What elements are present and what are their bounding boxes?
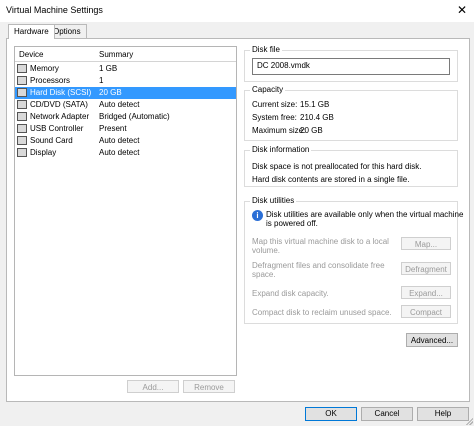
device-summary: 1: [99, 76, 104, 85]
device-row[interactable]: Processors 1: [15, 75, 236, 87]
maximum-size-label: Maximum size:: [252, 126, 306, 135]
compact-description: Compact disk to reclaim unused space.: [252, 308, 392, 317]
help-button[interactable]: Help: [417, 407, 469, 421]
disk-info-line-1: Disk space is not preallocated for this …: [252, 162, 422, 171]
sound-card-icon: [17, 136, 27, 145]
device-row[interactable]: Network Adapter Bridged (Automatic): [15, 111, 236, 123]
add-button[interactable]: Add...: [127, 380, 179, 393]
add-button-label: Add...: [142, 383, 164, 392]
network-adapter-icon: [17, 112, 27, 121]
device-row[interactable]: Hard Disk (SCSI) 20 GB: [15, 87, 236, 99]
ok-button-label: OK: [325, 409, 337, 418]
device-row[interactable]: Sound Card Auto detect: [15, 135, 236, 147]
defragment-description-line-1: Defragment files and consolidate free: [252, 261, 385, 270]
device-row[interactable]: Display Auto detect: [15, 147, 236, 159]
disk-info-line-2: Hard disk contents are stored in a singl…: [252, 175, 410, 184]
summary-column-header[interactable]: Summary: [99, 50, 133, 59]
system-free-value: 210.4 GB: [300, 113, 334, 122]
device-row[interactable]: Memory 1 GB: [15, 63, 236, 75]
current-size-label: Current size:: [252, 100, 298, 109]
hard-disk-icon: [17, 88, 27, 97]
device-row[interactable]: CD/DVD (SATA) Auto detect: [15, 99, 236, 111]
maximum-size-value: 20 GB: [300, 126, 323, 135]
advanced-button[interactable]: Advanced...: [406, 333, 458, 347]
current-size-value: 15.1 GB: [300, 100, 330, 109]
device-row[interactable]: USB Controller Present: [15, 123, 236, 135]
disk-utilities-title: Disk utilities: [250, 196, 297, 205]
tab-hardware[interactable]: Hardware: [8, 24, 55, 39]
device-name: Sound Card: [30, 136, 73, 145]
device-summary: 20 GB: [99, 88, 122, 97]
expand-description: Expand disk capacity.: [252, 289, 329, 298]
compact-button[interactable]: Compact: [401, 305, 451, 318]
memory-icon: [17, 64, 27, 73]
defragment-description-line-2: space.: [252, 270, 276, 279]
device-name: CD/DVD (SATA): [30, 100, 88, 109]
defragment-button[interactable]: Defragment: [401, 262, 451, 275]
device-summary: Bridged (Automatic): [99, 112, 170, 121]
utilities-notice-line-1: Disk utilities are available only when t…: [266, 210, 464, 219]
device-column-header[interactable]: Device: [19, 50, 43, 59]
map-description-line-1: Map this virtual machine disk to a local: [252, 237, 389, 246]
cancel-button[interactable]: Cancel: [361, 407, 413, 421]
device-summary: Auto detect: [99, 100, 140, 109]
device-list-header: Device Summary: [15, 47, 236, 62]
usb-icon: [17, 124, 27, 133]
device-name: Processors: [30, 76, 71, 85]
device-name: Memory: [30, 64, 59, 73]
utilities-notice-line-2: is powered off.: [266, 219, 318, 228]
expand-button-label: Expand...: [409, 289, 443, 298]
disk-file-field[interactable]: DC 2008.vmdk: [252, 58, 450, 75]
device-name: USB Controller: [30, 124, 84, 133]
system-free-label: System free:: [252, 113, 297, 122]
capacity-title: Capacity: [250, 85, 286, 94]
advanced-button-label: Advanced...: [410, 336, 454, 345]
device-summary: Auto detect: [99, 136, 140, 145]
remove-button-label: Remove: [194, 383, 224, 392]
cd-dvd-icon: [17, 100, 27, 109]
processor-icon: [17, 76, 27, 85]
device-summary: 1 GB: [99, 64, 118, 73]
close-icon[interactable]: ✕: [456, 4, 468, 16]
remove-button[interactable]: Remove: [183, 380, 235, 393]
resize-grip-icon[interactable]: [465, 417, 473, 425]
ok-button[interactable]: OK: [305, 407, 357, 421]
device-summary: Auto detect: [99, 148, 140, 157]
expand-button[interactable]: Expand...: [401, 286, 451, 299]
device-list[interactable]: Device Summary Memory 1 GB Processors 1 Hard…: [14, 46, 237, 376]
map-description-line-2: volume.: [252, 246, 281, 255]
disk-file-value: DC 2008.vmdk: [257, 61, 310, 70]
compact-button-label: Compact: [409, 308, 442, 317]
device-summary: Present: [99, 124, 127, 133]
map-button-label: Map...: [414, 240, 438, 249]
disk-information-title: Disk information: [250, 145, 312, 154]
device-name: Hard Disk (SCSI): [30, 88, 92, 97]
disk-file-title: Disk file: [250, 45, 283, 54]
device-name: Display: [30, 148, 57, 157]
display-icon: [17, 148, 27, 157]
help-button-label: Help: [434, 409, 452, 418]
map-button[interactable]: Map...: [401, 237, 451, 250]
defragment-button-label: Defragment: [405, 265, 447, 274]
device-name: Network Adapter: [30, 112, 90, 121]
window-title: Virtual Machine Settings: [6, 5, 103, 15]
info-icon: i: [252, 210, 263, 221]
cancel-button-label: Cancel: [374, 409, 400, 418]
